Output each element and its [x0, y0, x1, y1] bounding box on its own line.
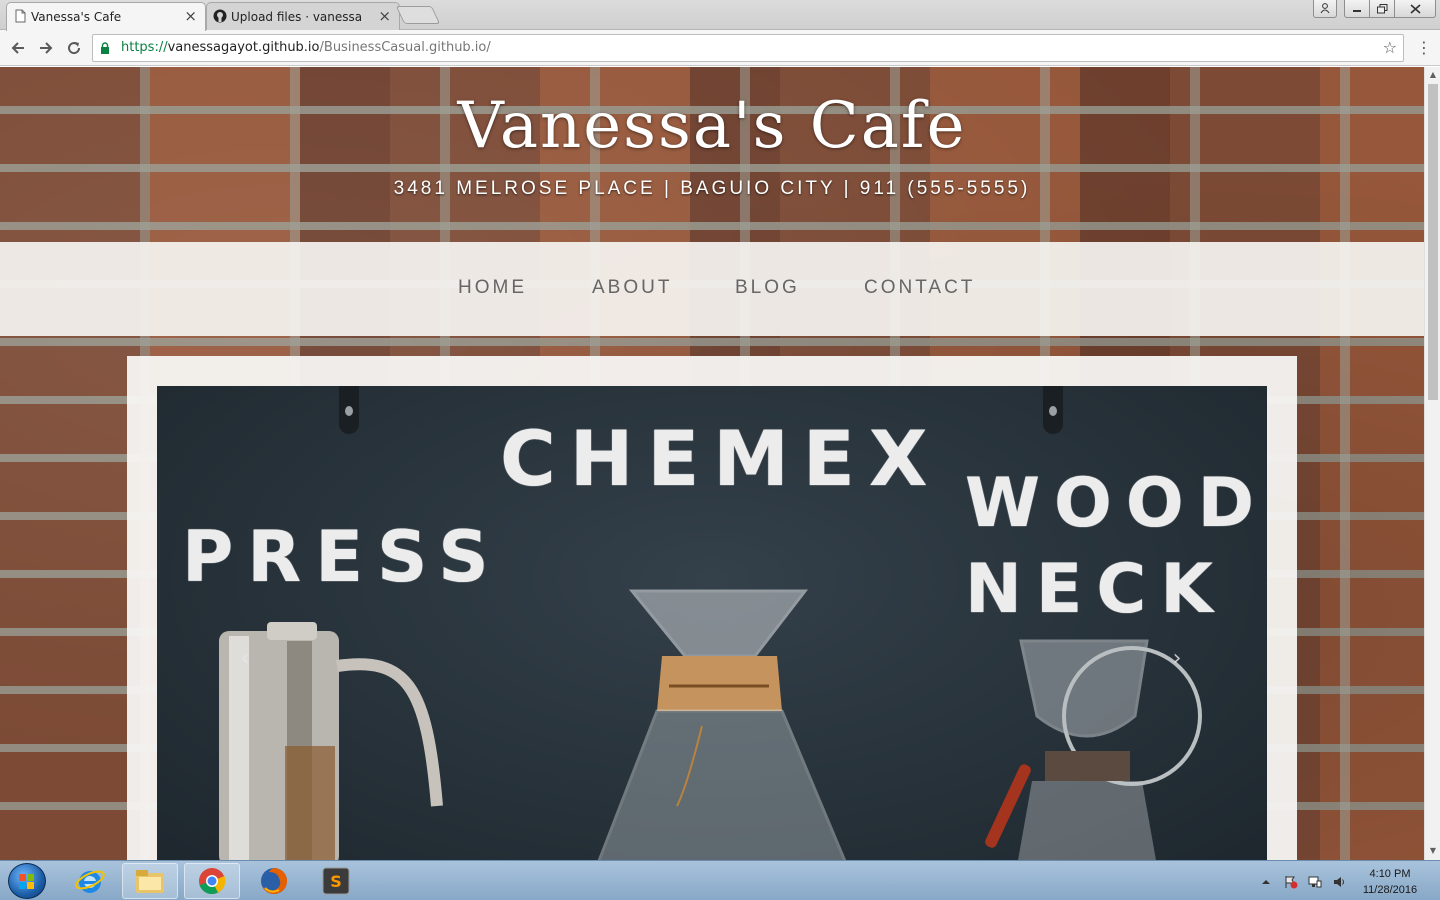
- profile-icon[interactable]: [1313, 0, 1337, 18]
- bookmark-star-icon[interactable]: ☆: [1383, 38, 1397, 57]
- nav-about[interactable]: ABOUT: [592, 277, 672, 299]
- nav-blog[interactable]: BLOG: [735, 277, 800, 299]
- chrome-taskbar-button[interactable]: [184, 863, 240, 899]
- github-icon: [213, 9, 227, 23]
- nav-contact[interactable]: CONTACT: [864, 277, 975, 299]
- tab-upload-files[interactable]: Upload files · vanessagayot ×: [206, 2, 400, 30]
- lock-icon: [101, 42, 109, 54]
- carousel-image[interactable]: CHEMEX PRESS WOOD NECK ‹ ›: [157, 386, 1267, 866]
- nav-home[interactable]: HOME: [458, 277, 527, 299]
- tab-title: Upload files · vanessagayot: [231, 9, 361, 24]
- back-button[interactable]: [6, 36, 30, 60]
- menu-icon[interactable]: ⋮: [1416, 38, 1432, 58]
- address-bar[interactable]: https://vanessagayot.github.io/BusinessC…: [92, 34, 1404, 62]
- coffee-brewers-illustration: [219, 589, 1202, 866]
- volume-icon[interactable]: [1332, 875, 1346, 889]
- url-scheme: https://: [121, 40, 168, 55]
- action-center-flag-icon[interactable]: [1284, 875, 1298, 889]
- url-path: /BusinessCasual.github.io/: [319, 40, 491, 55]
- arrow-left-icon: [11, 42, 24, 54]
- chemex-icon: [595, 589, 849, 866]
- close-window-button[interactable]: [1394, 0, 1436, 18]
- browser-toolbar: https://vanessagayot.github.io/BusinessC…: [0, 30, 1440, 66]
- reload-button[interactable]: [62, 36, 86, 60]
- chrome-icon: [199, 868, 226, 895]
- tab-strip: Vanessa's Cafe × Upload files · vanessag…: [0, 0, 1440, 31]
- carousel-next-button[interactable]: ›: [1167, 644, 1187, 674]
- minimize-button[interactable]: [1344, 0, 1370, 18]
- start-button[interactable]: [8, 863, 46, 899]
- close-icon[interactable]: ×: [184, 7, 197, 25]
- tab-title: Vanessa's Cafe: [31, 10, 122, 24]
- system-clock[interactable]: 4:10 PM 11/28/2016: [1352, 866, 1428, 898]
- svg-text:S: S: [330, 872, 342, 891]
- network-icon[interactable]: [1308, 875, 1322, 889]
- file-explorer-taskbar-button[interactable]: [122, 863, 178, 899]
- tab-vanessas-cafe[interactable]: Vanessa's Cafe ×: [6, 2, 206, 31]
- sublime-text-icon: S: [322, 867, 350, 895]
- site-nav: HOME ABOUT BLOG CONTACT: [0, 242, 1424, 336]
- new-tab-button[interactable]: [395, 6, 441, 24]
- carousel-prev-button[interactable]: ‹: [235, 644, 255, 674]
- url-text: https://vanessagayot.github.io/BusinessC…: [121, 40, 491, 55]
- clock-time: 4:10 PM: [1369, 868, 1411, 880]
- firefox-icon: [261, 868, 287, 894]
- clock-date: 11/28/2016: [1362, 884, 1418, 896]
- address-line: 3481 MELROSE PLACE | BAGUIO CITY | 911 (…: [393, 178, 1031, 199]
- arrow-right-icon: [40, 42, 53, 54]
- scroll-up-arrow-icon[interactable]: ▲: [1428, 70, 1438, 80]
- woodneck-icon: [985, 639, 1202, 866]
- show-hidden-icons-icon[interactable]: [1259, 875, 1273, 889]
- sublime-text-taskbar-button[interactable]: S: [308, 863, 364, 899]
- firefox-taskbar-button[interactable]: [246, 863, 302, 899]
- windows-taskbar: S 4:10 PM 11/28/2016: [0, 860, 1440, 900]
- site-title: Vanessa's Cafe: [457, 89, 967, 163]
- restore-button[interactable]: [1369, 0, 1395, 18]
- forward-button[interactable]: [34, 36, 58, 60]
- page-scrollbar[interactable]: ▲ ▼: [1424, 67, 1440, 860]
- url-host: vanessagayot.github.io: [167, 40, 320, 55]
- internet-explorer-taskbar-button[interactable]: [62, 863, 118, 899]
- internet-explorer-icon: [75, 870, 105, 893]
- close-icon[interactable]: ×: [378, 7, 391, 25]
- windows-logo-icon: [19, 874, 34, 889]
- page-icon: [15, 9, 26, 23]
- scroll-thumb[interactable]: [1428, 84, 1438, 400]
- scroll-down-arrow-icon[interactable]: ▼: [1428, 846, 1438, 856]
- folder-icon: [136, 870, 164, 893]
- reload-icon: [68, 42, 81, 55]
